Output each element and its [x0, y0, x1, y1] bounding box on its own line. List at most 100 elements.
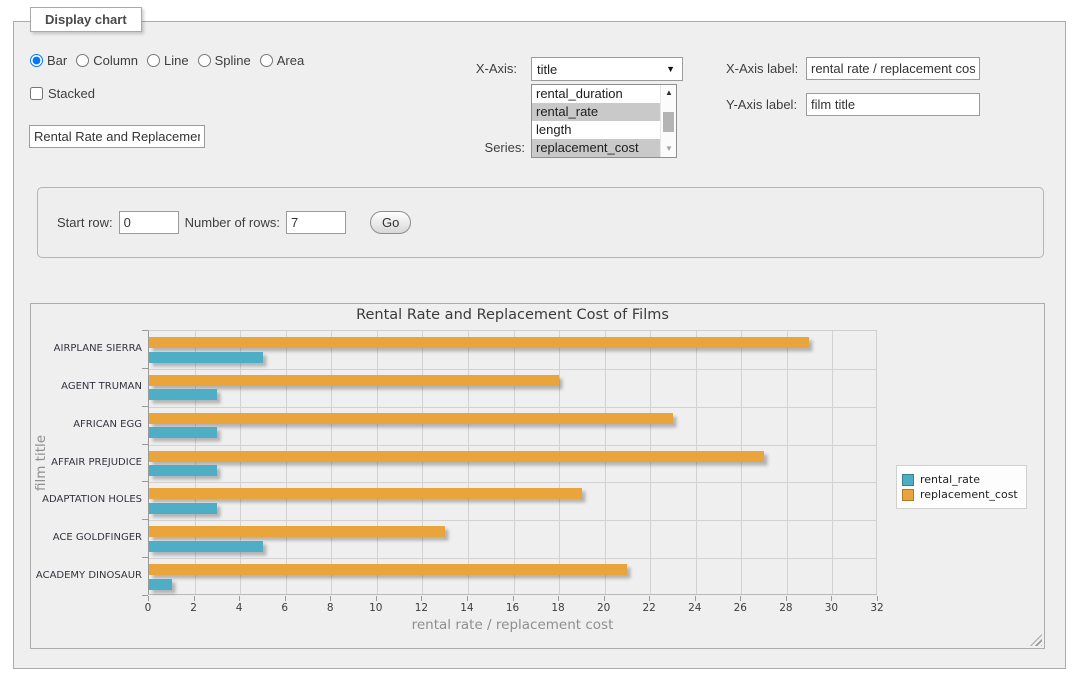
y-tick-mark: [142, 330, 148, 331]
x-axis-select-label: X-Axis:: [420, 61, 517, 76]
stacked-checkbox-row[interactable]: Stacked: [30, 86, 95, 101]
series-option-rental_duration[interactable]: rental_duration: [532, 85, 676, 103]
chart-type-column[interactable]: Column: [76, 53, 138, 68]
y-axis-label-input[interactable]: [806, 93, 980, 116]
bar-rental_rate: [149, 427, 217, 438]
x-tick-mark: [421, 596, 422, 601]
row-controls-panel: Start row: Number of rows: Go: [37, 187, 1044, 258]
x-tick-mark: [376, 596, 377, 601]
bar-rental_rate: [149, 579, 172, 590]
x-tick-mark: [604, 596, 605, 601]
gridline: [514, 331, 515, 594]
scrollbar-thumb[interactable]: [663, 112, 674, 132]
series-option-length[interactable]: length: [532, 121, 676, 139]
x-tick-mark: [148, 596, 149, 601]
stacked-checkbox[interactable]: [30, 87, 43, 100]
y-tick-mark: [142, 519, 148, 520]
x-tick-label: 0: [128, 602, 168, 614]
x-tick-label: 18: [538, 602, 578, 614]
y-tick-mark: [142, 368, 148, 369]
x-tick-mark: [649, 596, 650, 601]
series-option-replacement_cost[interactable]: replacement_cost: [532, 139, 676, 157]
x-tick-label: 12: [401, 602, 441, 614]
series-listbox[interactable]: rental_durationrental_ratelengthreplacem…: [531, 84, 677, 158]
x-tick-mark: [330, 596, 331, 601]
gridline: [468, 331, 469, 594]
scroll-up-icon[interactable]: ▲: [661, 86, 677, 100]
y-category-label: ADAPTATION HOLES: [31, 494, 142, 505]
chart-type-radio-label: Spline: [215, 53, 251, 68]
x-tick-mark: [194, 596, 195, 601]
gridline: [286, 331, 287, 594]
bar-replacement_cost: [149, 375, 559, 386]
chart-type-radio-label: Line: [164, 53, 189, 68]
x-axis-label-input[interactable]: [806, 57, 980, 80]
legend-label: replacement_cost: [920, 488, 1018, 501]
chart-type-radio-area[interactable]: [260, 54, 273, 67]
bar-rental_rate: [149, 503, 217, 514]
legend-swatch-replacement_cost: [902, 489, 914, 501]
bar-replacement_cost: [149, 337, 809, 348]
x-tick-label: 2: [174, 602, 214, 614]
bar-replacement_cost: [149, 488, 582, 499]
gridline: [149, 369, 876, 370]
chart-type-bar[interactable]: Bar: [30, 53, 67, 68]
chart-type-spline[interactable]: Spline: [198, 53, 251, 68]
legend-item: replacement_cost: [902, 488, 1018, 501]
x-tick-label: 26: [720, 602, 760, 614]
number-of-rows-input[interactable]: [286, 211, 346, 234]
chart-type-radio-line[interactable]: [147, 54, 160, 67]
chart-type-line[interactable]: Line: [147, 53, 189, 68]
bar-rental_rate: [149, 541, 263, 552]
resize-handle-icon[interactable]: [1030, 634, 1042, 646]
y-tick-mark: [142, 444, 148, 445]
gridline: [149, 482, 876, 483]
bar-replacement_cost: [149, 564, 627, 575]
x-tick-mark: [558, 596, 559, 601]
bar-rental_rate: [149, 389, 217, 400]
x-tick-label: 6: [265, 602, 305, 614]
chart-type-radio-bar[interactable]: [30, 54, 43, 67]
x-axis-select[interactable]: title ▼: [531, 57, 683, 81]
chart-plot-area: [148, 330, 877, 595]
stacked-label: Stacked: [48, 86, 95, 101]
y-tick-mark: [142, 557, 148, 558]
display-chart-tab: Display chart: [30, 7, 142, 32]
x-axis-title: rental rate / replacement cost: [148, 617, 877, 633]
gridline: [605, 331, 606, 594]
x-tick-label: 10: [356, 602, 396, 614]
start-row-input[interactable]: [119, 211, 179, 234]
scroll-down-icon[interactable]: ▼: [661, 142, 677, 156]
x-tick-label: 8: [310, 602, 350, 614]
series-option-rental_rate[interactable]: rental_rate: [532, 103, 676, 121]
x-tick-label: 20: [584, 602, 624, 614]
display-chart-panel: BarColumnLineSplineArea Stacked X-Axis: …: [13, 21, 1066, 669]
chart-type-radio-column[interactable]: [76, 54, 89, 67]
y-tick-mark: [142, 595, 148, 596]
x-tick-label: 28: [766, 602, 806, 614]
x-tick-mark: [285, 596, 286, 601]
chart-container: Rental Rate and Replacement Cost of Film…: [30, 303, 1045, 649]
x-tick-mark: [740, 596, 741, 601]
bar-rental_rate: [149, 352, 263, 363]
gridline: [741, 331, 742, 594]
gridline: [149, 445, 876, 446]
listbox-scrollbar[interactable]: ▲ ▼: [660, 85, 676, 157]
gridline: [331, 331, 332, 594]
chart-legend: rental_ratereplacement_cost: [896, 465, 1027, 509]
y-category-label: AIRPLANE SIERRA: [31, 343, 142, 354]
gridline: [149, 558, 876, 559]
x-tick-label: 4: [219, 602, 259, 614]
series-label: Series:: [428, 140, 525, 155]
chart-type-area[interactable]: Area: [260, 53, 304, 68]
page: Display chart Bar Column Line Spline Area St…: [0, 0, 1081, 681]
chart-type-radio-spline[interactable]: [198, 54, 211, 67]
y-category-label: ACADEMY DINOSAUR: [31, 570, 142, 581]
x-tick-mark: [695, 596, 696, 601]
x-tick-label: 22: [629, 602, 669, 614]
gridline: [832, 331, 833, 594]
chart-title-input[interactable]: [29, 125, 205, 148]
go-button[interactable]: Go: [370, 211, 411, 234]
gridline: [149, 407, 876, 408]
y-category-label: AFRICAN EGG: [31, 419, 142, 430]
